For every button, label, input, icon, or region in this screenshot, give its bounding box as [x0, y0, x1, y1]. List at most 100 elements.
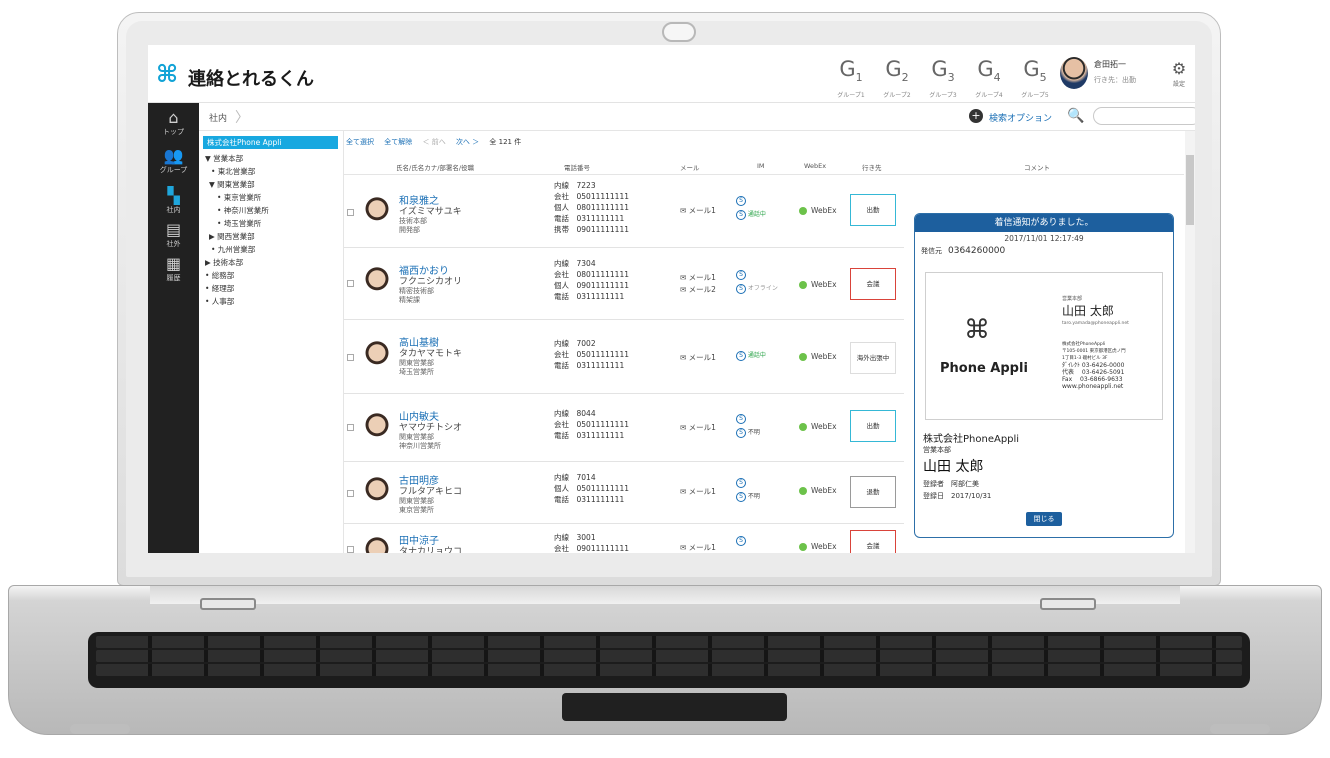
row-checkbox[interactable] — [347, 209, 354, 216]
phone-number[interactable]: 電話 0311111111 — [554, 291, 629, 302]
business-card[interactable]: ⌘ Phone Appli 営業本部 山田 太郎 taro.yamada@pho… — [925, 272, 1163, 420]
mail-link[interactable]: ✉ メール1 — [680, 542, 716, 553]
row-checkbox[interactable] — [347, 280, 354, 287]
card-info: 株式会社PhoneAppli 〒105-0001 東京都港区虎ノ門 1丁目1-3… — [1062, 342, 1126, 390]
phone-number[interactable]: 電話 0311111111 — [554, 494, 629, 505]
im-status[interactable]: SS オフライン — [736, 268, 778, 296]
select-all-link[interactable]: 全て選択 — [346, 138, 374, 146]
webex-icon — [799, 487, 807, 495]
tree-root[interactable]: 株式会社Phone Appli — [203, 136, 338, 149]
phone-number[interactable]: 内線 7002 — [554, 338, 629, 349]
tree-node[interactable]: ▶ 技術本部 — [205, 257, 243, 268]
sidebar-item-group[interactable]: 👥 グループ — [148, 147, 199, 175]
mail-link[interactable]: ✉ メール1 — [680, 422, 716, 434]
im-status[interactable]: SS 不明 — [736, 412, 760, 440]
table-row[interactable]: 福西かおり フクニシカオリ 精密技術部 精架課 内線 7304 会社 08011… — [344, 248, 904, 320]
prev-page-link[interactable]: ＜ 前へ — [422, 138, 445, 146]
mail-link[interactable]: ✉ メール1 ✉ メール2 — [680, 272, 716, 296]
tree-node[interactable]: • 九州営業部 — [211, 244, 255, 255]
phone-number[interactable]: 内線 8044 — [554, 408, 629, 419]
close-button[interactable]: 閉じる — [1026, 512, 1062, 526]
webex-link[interactable]: WebEx — [799, 422, 837, 431]
phone-number[interactable]: 電話 0311111111 — [554, 430, 629, 441]
group-button-1[interactable]: G1 グループ1 — [828, 57, 874, 99]
phone-number[interactable]: 会社 05011111111 — [554, 349, 629, 360]
col-name: 氏名/氏名カナ/部署名/役職 — [396, 164, 475, 172]
deselect-all-link[interactable]: 全て解除 — [384, 138, 412, 146]
sidebar-item-top[interactable]: ⌂ トップ — [148, 109, 199, 137]
sidebar-item-history[interactable]: ▦ 履歴 — [148, 255, 199, 283]
phone-number[interactable]: 携帯 09011111111 — [554, 224, 629, 235]
webex-link[interactable]: WebEx — [799, 486, 837, 495]
sidebar-item-internal[interactable]: ▚ 社内 — [148, 187, 199, 215]
phone-number[interactable]: 内線 7223 — [554, 180, 629, 191]
row-checkbox[interactable] — [347, 424, 354, 431]
breadcrumb[interactable]: 社内 — [209, 111, 227, 124]
phone-number[interactable]: 会社 08011111111 — [554, 269, 629, 280]
table-row[interactable]: 山内敏夫 ヤマウチトシオ 関東営業部 神奈川営業所 内線 8044 会社 050… — [344, 394, 904, 462]
search-input[interactable] — [1093, 107, 1195, 125]
vertical-scrollbar[interactable] — [1185, 131, 1195, 553]
avatar — [362, 340, 392, 372]
row-checkbox[interactable] — [347, 490, 354, 497]
phone-number[interactable]: 内線 3001 — [554, 532, 629, 543]
im-status[interactable]: SS 不明 — [736, 476, 760, 504]
phone-list: 内線 8044 会社 05011111111 電話 0311111111 — [554, 408, 629, 441]
row-checkbox[interactable] — [347, 354, 354, 361]
im-status[interactable]: S 通話中 — [736, 349, 766, 363]
group-button-2[interactable]: G2 グループ2 — [874, 57, 920, 99]
webex-icon — [799, 543, 807, 551]
group-button-5[interactable]: G5 グループ5 — [1012, 57, 1058, 99]
tree-node[interactable]: ▼ 営業本部 — [205, 153, 243, 164]
row-checkbox[interactable] — [347, 546, 354, 553]
tree-node[interactable]: • 総務部 — [205, 270, 234, 281]
group-button-4[interactable]: G4 グループ4 — [966, 57, 1012, 99]
phone-number[interactable]: 電話 0311111111 — [554, 360, 629, 371]
webex-link[interactable]: WebEx — [799, 352, 837, 361]
table-row[interactable]: 田中涼子 タナカリョウコ 内線 3001 会社 09011111111 ✉ メー… — [344, 524, 904, 553]
plus-circle-icon[interactable]: + — [969, 109, 983, 123]
phone-number[interactable]: 個人 09011111111 — [554, 280, 629, 291]
webex-icon — [799, 353, 807, 361]
webex-link[interactable]: WebEx — [799, 542, 837, 551]
tree-node[interactable]: • 東北営業部 — [211, 166, 255, 177]
tree-node[interactable]: • 経理部 — [205, 283, 234, 294]
app-header: ⌘ 連絡とれるくん G1 グループ1 G2 グループ2 G3 グループ3 G4 グループ… — [148, 45, 1195, 103]
contact-card-icon: ▤ — [165, 220, 182, 239]
skype-icon: S — [736, 269, 746, 280]
phone-number[interactable]: 会社 05011111111 — [554, 419, 629, 430]
mail-link[interactable]: ✉ メール1 — [680, 486, 716, 498]
phone-number[interactable]: 個人 05011111111 — [554, 483, 629, 494]
sidebar-item-external[interactable]: ▤ 社外 — [148, 221, 199, 249]
phone-number[interactable]: 会社 05011111111 — [554, 191, 629, 202]
tree-node[interactable]: • 神奈川営業所 — [217, 205, 269, 216]
im-status[interactable]: SS 通話中 — [736, 194, 766, 222]
phone-number[interactable]: 個人 08011111111 — [554, 202, 629, 213]
webex-link[interactable]: WebEx — [799, 280, 837, 289]
tree-node[interactable]: ▼ 関東営業部 — [209, 179, 255, 190]
user-avatar[interactable] — [1060, 57, 1088, 89]
gear-icon[interactable]: ⚙ — [1168, 59, 1190, 78]
list-toolbar: 全て選択 全て解除 ＜ 前へ 次へ ＞ 全 121 件 — [346, 137, 529, 147]
table-row[interactable]: 古田明彦 フルタアキヒコ 関東営業部 東京営業所 内線 7014 個人 0501… — [344, 462, 904, 524]
tree-node[interactable]: • 人事部 — [205, 296, 234, 307]
group-button-3[interactable]: G3 グループ3 — [920, 57, 966, 99]
phone-number[interactable]: 内線 7014 — [554, 472, 629, 483]
im-status[interactable]: S — [736, 534, 746, 548]
search-options-link[interactable]: 検索オプション — [989, 111, 1052, 124]
table-row[interactable]: 高山基樹 タカヤマモトキ 関東営業部 埼玉営業所 内線 7002 会社 0501… — [344, 320, 904, 394]
table-row[interactable]: 和泉雅之 イズミマサユキ 技術本部 開発部 内線 7223 会社 0501111… — [344, 176, 904, 248]
phone-number[interactable]: 電話 0311111111 — [554, 213, 629, 224]
hinge-tab-right — [1040, 598, 1096, 610]
tree-node[interactable]: • 東京営業所 — [217, 192, 261, 203]
tree-node[interactable]: • 埼玉営業所 — [217, 218, 261, 229]
search-icon[interactable]: 🔍 — [1067, 108, 1084, 124]
mail-link[interactable]: ✉ メール1 — [680, 352, 716, 364]
col-im: IM — [757, 162, 765, 170]
tree-node[interactable]: ▶ 関西営業部 — [209, 231, 255, 242]
mail-link[interactable]: ✉ メール1 — [680, 205, 716, 217]
next-page-link[interactable]: 次へ ＞ — [456, 138, 479, 146]
phone-number[interactable]: 会社 09011111111 — [554, 543, 629, 553]
webex-link[interactable]: WebEx — [799, 206, 837, 215]
phone-number[interactable]: 内線 7304 — [554, 258, 629, 269]
